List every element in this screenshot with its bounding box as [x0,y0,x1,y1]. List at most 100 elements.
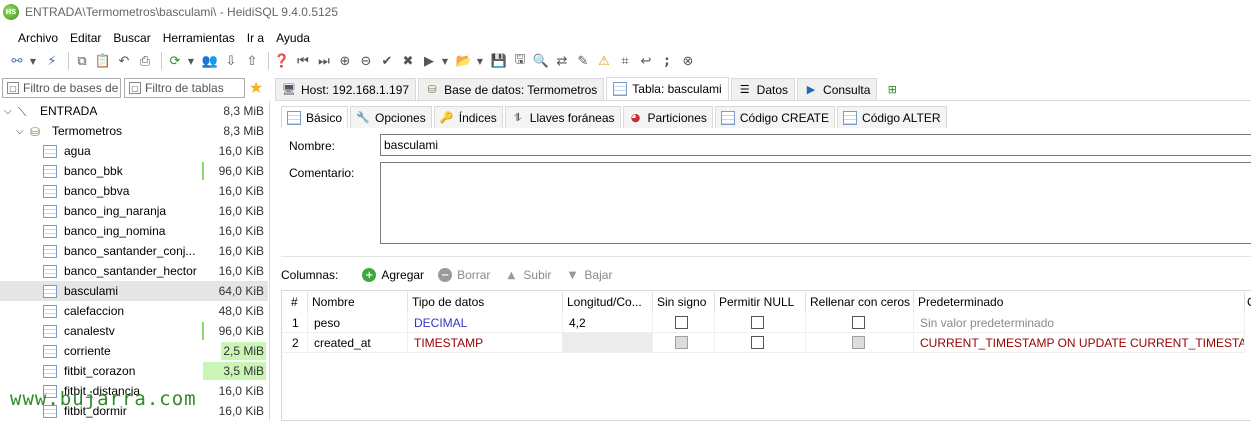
tree-database-node[interactable]: ⌵ ⛁ Termometros 8,3 MiB [0,121,268,141]
find-icon[interactable]: 🔍 [532,52,550,70]
menu-archivo[interactable]: Archivo [18,31,58,45]
header-predeterminado[interactable]: Predeterminado [914,292,1245,312]
length-cell[interactable]: 4,2 [563,313,653,333]
tree-table-item[interactable]: banco_santander_conj... 16,0 KiB [0,241,268,261]
tree-table-item[interactable]: corriente 2,5 MiB [0,341,268,361]
connect-icon[interactable]: ⚯ [8,52,26,70]
table-filter-input[interactable]: ▢ Filtro de tablas [124,78,245,98]
semicolon-icon[interactable]: ; [658,52,676,70]
menu-editar[interactable]: Editar [70,31,101,45]
tree-table-item[interactable]: calefaccion 48,0 KiB [0,301,268,321]
export-icon[interactable]: ⇧ [243,52,261,70]
table-row[interactable]: 2 created_at TIMESTAMP CURRENT_TIMESTAMP… [282,333,1251,353]
header-tipo[interactable]: Tipo de datos [408,292,563,312]
chevron-down-icon[interactable]: ⌵ [16,126,24,137]
default-cell[interactable]: CURRENT_TIMESTAMP ON UPDATE CURRENT_TIME… [914,333,1245,353]
zerofill-cell[interactable] [806,313,914,333]
tab-codigo-create[interactable]: Código CREATE [714,106,836,128]
zerofill-cell[interactable] [806,333,914,353]
run-dropdown-icon[interactable]: ▼ [441,52,449,70]
datatype-cell[interactable]: TIMESTAMP [408,333,563,353]
header-longitud[interactable]: Longitud/Co... [563,292,653,312]
tab-basico[interactable]: Básico [281,106,349,128]
refresh-icon[interactable]: ⟳ [166,52,184,70]
zerofill-checkbox[interactable] [852,336,865,349]
stop-icon[interactable]: ⊗ [679,52,697,70]
insert-row-icon[interactable]: ⊕ [336,52,354,70]
tree-table-item[interactable]: banco_ing_nomina 16,0 KiB [0,221,268,241]
tab-query[interactable]: ▶ Consulta [797,78,878,100]
datatype-cell[interactable]: DECIMAL [408,313,563,333]
table-comment-input[interactable] [380,162,1251,244]
menu-ayuda[interactable]: Ayuda [276,31,310,45]
unsigned-cell[interactable] [653,333,715,353]
allow-null-cell[interactable] [715,333,806,353]
new-query-tab-button[interactable]: ⊞ [879,78,910,100]
tab-llaves-foraneas[interactable]: ⥮ Llaves foráneas [504,106,621,128]
default-cell[interactable]: Sin valor predeterminado [914,313,1245,333]
tab-opciones[interactable]: 🔧 Opciones [350,106,432,128]
tab-indices[interactable]: 🔑 Índices [433,106,503,128]
help-icon[interactable]: ❓ [273,52,291,70]
tab-database[interactable]: ⛁ Base de datos: Termometros [418,78,605,100]
allow-null-checkbox[interactable] [751,336,764,349]
favorites-star-icon[interactable]: ★ [246,78,266,98]
table-name-input[interactable]: basculami [380,134,1251,156]
delete-row-icon[interactable]: ⊖ [357,52,375,70]
tree-server-node[interactable]: ⌵ ⟍ ENTRADA 8,3 MiB [0,101,268,121]
first-icon[interactable]: ⏮ [294,52,312,70]
wrap-icon[interactable]: ↩ [637,52,655,70]
menu-buscar[interactable]: Buscar [113,31,150,45]
header-rellenar-ceros[interactable]: Rellenar con ceros [806,292,914,312]
print-icon[interactable]: ⎙ [136,52,154,70]
replace-icon[interactable]: ⇄ [553,52,571,70]
tree-table-item[interactable]: fitbit_corazon 3,5 MiB [0,361,268,381]
tree-table-item[interactable]: banco_bbk 96,0 KiB [0,161,268,181]
length-cell[interactable] [563,333,653,353]
move-down-button[interactable]: ▼ Bajar [565,268,613,282]
copy-icon[interactable]: ⧉ [73,52,91,70]
header-nombre[interactable]: Nombre [308,292,408,312]
cancel-icon[interactable]: ✖ [399,52,417,70]
tree-table-item[interactable]: canalestv 96,0 KiB [0,321,268,341]
save-sql-icon[interactable]: 💾 [490,52,508,70]
disconnect-icon[interactable]: ⚡ [43,52,61,70]
post-icon[interactable]: ✔ [378,52,396,70]
last-icon[interactable]: ⏭ [315,52,333,70]
database-filter-input[interactable]: ▢ Filtro de bases de datos [2,78,121,98]
format-icon[interactable]: ⌗ [616,52,634,70]
tab-data[interactable]: ☰ Datos [730,78,796,100]
unsigned-checkbox[interactable] [675,316,688,329]
tree-table-item[interactable]: banco_ing_naranja 16,0 KiB [0,201,268,221]
tab-table[interactable]: Tabla: basculami [606,77,729,100]
menu-herramientas[interactable]: Herramientas [163,31,235,45]
refresh-dropdown-icon[interactable]: ▼ [187,52,195,70]
chevron-down-icon[interactable]: ⌵ [4,106,12,117]
unsigned-cell[interactable] [653,313,715,333]
header-sin-signo[interactable]: Sin signo [653,292,715,312]
tab-host[interactable]: 🖥 Host: 192.168.1.197 [275,78,417,100]
paste-icon[interactable]: 📋 [94,52,112,70]
connect-dropdown-icon[interactable]: ▼ [29,52,37,70]
column-name-cell[interactable]: peso [308,313,408,333]
header-c[interactable]: C [1245,292,1251,312]
move-up-button[interactable]: ▲ Subir [504,268,552,282]
delete-column-button[interactable]: − Borrar [438,268,490,282]
open-dropdown-icon[interactable]: ▼ [476,52,484,70]
tree-table-item[interactable]: basculami 64,0 KiB [0,281,268,301]
tree-table-item[interactable]: agua 16,0 KiB [0,141,268,161]
allow-null-checkbox[interactable] [751,316,764,329]
edit-icon[interactable]: ✎ [574,52,592,70]
header-permitir-null[interactable]: Permitir NULL [715,292,806,312]
user-manager-icon[interactable]: 👥 [201,52,219,70]
allow-null-cell[interactable] [715,313,806,333]
save-icon[interactable]: 🖫 [511,52,529,70]
zerofill-checkbox[interactable] [852,316,865,329]
open-sql-icon[interactable]: 📂 [455,52,473,70]
table-row[interactable]: 1 peso DECIMAL 4,2 Sin valor predetermin… [282,313,1251,333]
column-name-cell[interactable]: created_at [308,333,408,353]
run-icon[interactable]: ▶ [420,52,438,70]
unsigned-checkbox[interactable] [675,336,688,349]
tree-table-item[interactable]: banco_santander_hector 16,0 KiB [0,261,268,281]
tree-table-item[interactable]: banco_bbva 16,0 KiB [0,181,268,201]
